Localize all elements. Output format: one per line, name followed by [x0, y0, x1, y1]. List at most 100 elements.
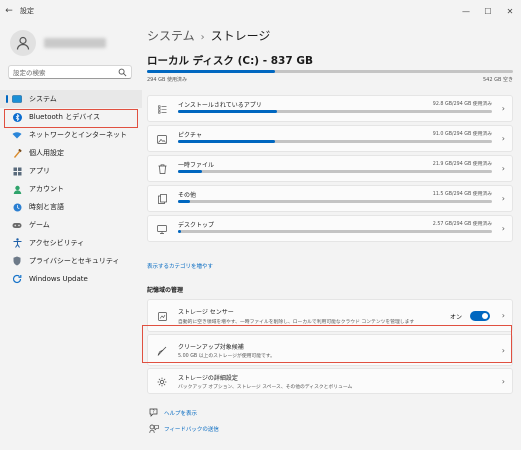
send-feedback-link[interactable]: フィードバックの送信: [149, 424, 219, 434]
sidebar-item-personalization[interactable]: 個人用設定: [0, 144, 142, 162]
sidebar-item-gaming[interactable]: ゲーム: [0, 216, 142, 234]
storage-sense-toggle[interactable]: [470, 311, 490, 321]
category-installed-apps[interactable]: インストールされているアプリ 92.8 GB/294 GB 使用済み ›: [147, 95, 513, 122]
privacy-shield-icon: [12, 256, 22, 266]
chevron-right-icon: ›: [501, 311, 505, 320]
storage-sense-desc: 自動的に空き領域を増やす、一時ファイルを削除し、ローカルで利用可能なクラウド コ…: [178, 320, 415, 325]
drive-usage-fill: [147, 70, 276, 73]
desktop-icon: [157, 224, 167, 234]
storage-management-heading: 記憶域の管理: [147, 287, 184, 294]
storage-sense-title: ストレージ センサー: [178, 309, 234, 316]
breadcrumb-separator: ›: [200, 32, 205, 43]
category-name: ピクチャ: [178, 132, 202, 139]
window-controls: — ☐ ✕: [455, 0, 521, 22]
storage-sense-icon: [157, 311, 167, 321]
advanced-storage-card[interactable]: ストレージの詳細設定 バックアップ オプション、ストレージ スペース、その他のデ…: [147, 368, 513, 394]
category-value: 11.5 GB/294 GB 使用済み: [432, 192, 492, 197]
category-value: 21.9 GB/294 GB 使用済み: [432, 162, 492, 167]
svg-text:?: ?: [152, 409, 154, 414]
sidebar-item-accounts[interactable]: アカウント: [0, 180, 142, 198]
category-usage-bar: [178, 140, 492, 143]
search-placeholder: 設定の検索: [13, 69, 46, 77]
category-usage-fill: [178, 230, 181, 233]
network-icon: [12, 130, 22, 140]
category-name: その他: [178, 192, 197, 199]
user-profile[interactable]: [10, 30, 106, 56]
drive-used-label: 294 GB 使用済み: [147, 77, 188, 83]
title-bar: ← 設定 — ☐ ✕: [0, 0, 521, 22]
sidebar-item-apps[interactable]: アプリ: [0, 162, 142, 180]
category-usage-fill: [178, 140, 276, 143]
time-language-icon: [12, 202, 22, 212]
category-usage-bar: [178, 230, 492, 233]
drive-usage-bar: [147, 70, 513, 73]
sidebar-item-label: システム: [29, 95, 57, 103]
sidebar-item-privacy-security[interactable]: プライバシーとセキュリティ: [0, 252, 142, 270]
help-icon: ?: [149, 408, 159, 418]
chevron-right-icon: ›: [501, 104, 505, 113]
sidebar-item-accessibility[interactable]: アクセシビリティ: [0, 234, 142, 252]
gaming-icon: [12, 220, 22, 230]
sidebar-item-system[interactable]: システム: [0, 90, 142, 108]
avatar-icon: [10, 30, 36, 56]
sidebar: 設定の検索 システム Bluetooth とデバイス ネットワークとインターネッ…: [0, 22, 142, 450]
apps-list-icon: [157, 104, 167, 114]
sidebar-item-label: プライバシーとセキュリティ: [29, 257, 120, 265]
sidebar-item-label: アプリ: [29, 167, 50, 175]
chevron-right-icon: ›: [501, 224, 505, 233]
personalization-icon: [12, 148, 22, 158]
category-name: 一時ファイル: [178, 162, 215, 169]
highlight-outline: [4, 109, 138, 128]
sidebar-item-label: 個人用設定: [29, 149, 64, 157]
sidebar-item-time-language[interactable]: 時刻と言語: [0, 198, 142, 216]
sidebar-item-label: アクセシビリティ: [29, 239, 85, 247]
chevron-right-icon: ›: [501, 194, 505, 203]
breadcrumb-parent[interactable]: システム: [147, 29, 195, 43]
show-more-categories-link[interactable]: 表示するカテゴリを増やす: [147, 262, 213, 270]
category-usage-fill: [178, 200, 191, 203]
category-desktop[interactable]: デスクトップ 2.57 GB/294 GB 使用済み ›: [147, 215, 513, 242]
sidebar-item-windows-update[interactable]: Windows Update: [0, 270, 142, 288]
sidebar-item-label: アカウント: [29, 185, 64, 193]
maximize-button[interactable]: ☐: [477, 0, 499, 22]
highlight-outline: [142, 325, 512, 363]
category-pictures[interactable]: ピクチャ 91.0 GB/294 GB 使用済み ›: [147, 125, 513, 152]
system-icon: [12, 94, 22, 104]
sidebar-item-network[interactable]: ネットワークとインターネット: [0, 126, 142, 144]
category-usage-bar: [178, 110, 492, 113]
drive-title: ローカル ディスク (C:) - 837 GB: [147, 55, 313, 67]
get-help-link[interactable]: ? ヘルプを表示: [149, 408, 197, 418]
sidebar-item-label: ゲーム: [29, 221, 50, 229]
category-other[interactable]: その他 11.5 GB/294 GB 使用済み ›: [147, 185, 513, 212]
sidebar-item-label: ネットワークとインターネット: [29, 131, 127, 139]
category-usage-bar: [178, 200, 492, 203]
blurred-user-name: [44, 38, 106, 48]
sidebar-item-label: 時刻と言語: [29, 203, 64, 211]
close-button[interactable]: ✕: [499, 0, 521, 22]
window-title: 設定: [20, 7, 34, 15]
apps-icon: [12, 166, 22, 176]
category-usage-fill: [178, 110, 278, 113]
search-icon: [118, 68, 127, 77]
account-icon: [12, 184, 22, 194]
back-arrow-icon[interactable]: ←: [0, 6, 18, 16]
category-value: 91.0 GB/294 GB 使用済み: [432, 132, 492, 137]
category-usage-bar: [178, 170, 492, 173]
trash-icon: [157, 164, 167, 174]
feedback-icon: [149, 424, 159, 434]
accessibility-icon: [12, 238, 22, 248]
category-temp-files[interactable]: 一時ファイル 21.9 GB/294 GB 使用済み ›: [147, 155, 513, 182]
search-input[interactable]: 設定の検索: [8, 65, 132, 79]
chevron-right-icon: ›: [501, 134, 505, 143]
breadcrumb: システム › ストレージ: [147, 27, 270, 44]
pictures-icon: [157, 134, 167, 144]
category-name: インストールされているアプリ: [178, 102, 262, 109]
gear-icon: [157, 377, 167, 387]
send-feedback-label: フィードバックの送信: [164, 427, 219, 433]
advanced-storage-title: ストレージの詳細設定: [178, 375, 238, 382]
minimize-button[interactable]: —: [455, 0, 477, 22]
advanced-storage-desc: バックアップ オプション、ストレージ スペース、その他のディスクとボリューム: [178, 385, 353, 390]
category-value: 92.8 GB/294 GB 使用済み: [432, 102, 492, 107]
get-help-label: ヘルプを表示: [164, 411, 198, 417]
storage-sense-toggle-group: オン: [450, 311, 490, 321]
